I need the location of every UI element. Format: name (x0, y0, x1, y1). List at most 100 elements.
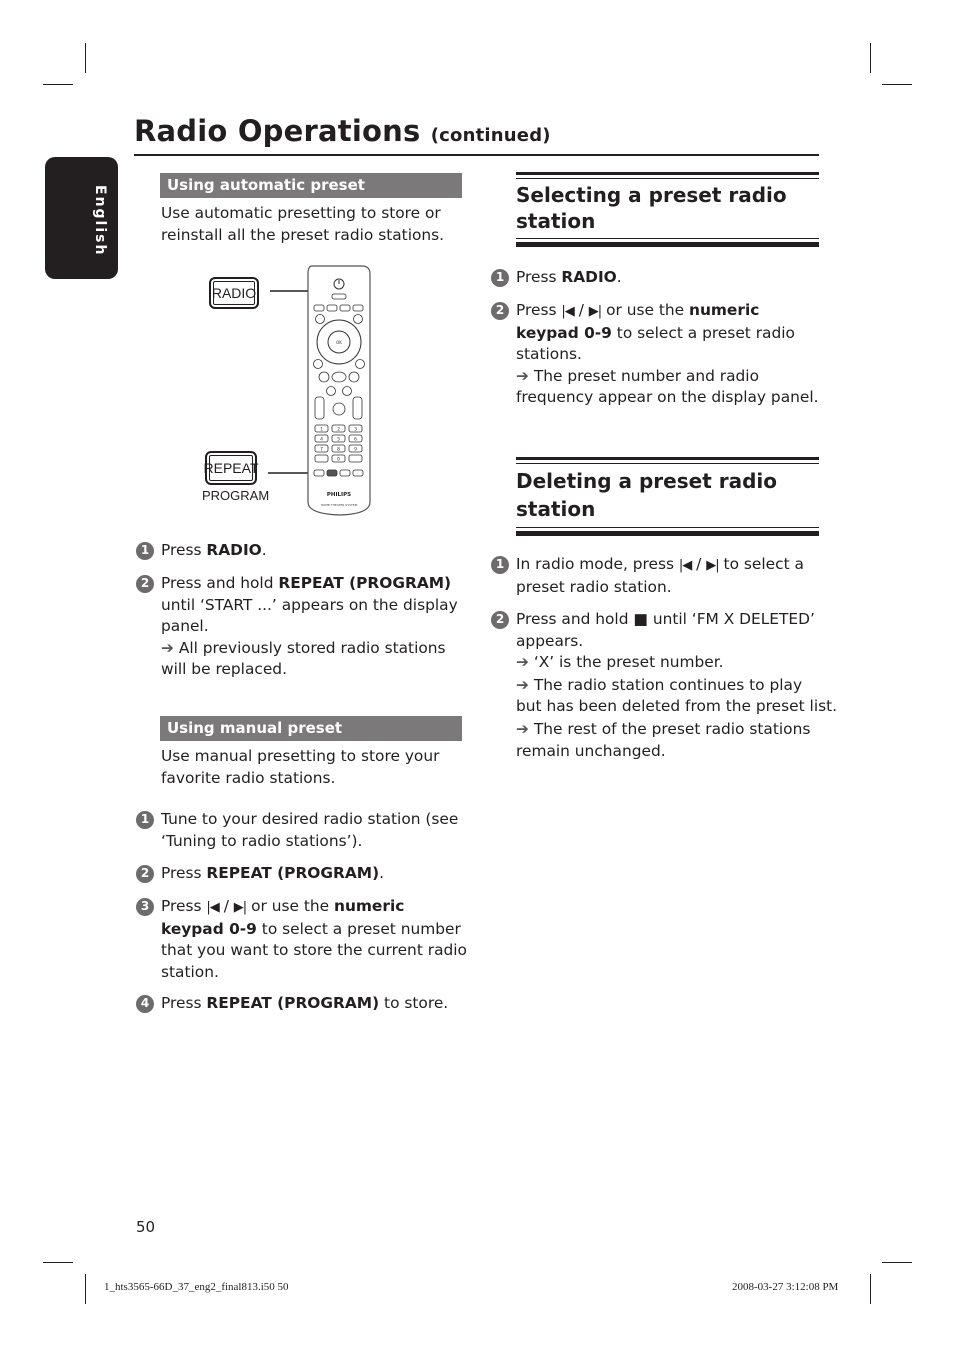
step-text: Press (161, 541, 207, 559)
remote-brand: PHILIPS (327, 492, 351, 498)
previous-icon: |◀ (206, 900, 219, 915)
key-name: RADIO (561, 268, 617, 286)
sound-rocker (352, 396, 363, 420)
keypad-key-label: 0 (337, 457, 340, 463)
key-name: keypad 0-9 (516, 323, 612, 342)
previous-icon: |◀ (678, 558, 692, 573)
auto-preset-intro: Use automatic presetting to store or rei… (161, 203, 444, 247)
next-icon: ▶| (233, 900, 247, 915)
step-text: until ‘START ...’ appears on the display (161, 595, 458, 614)
heading-line: Selecting a preset radio (516, 183, 787, 207)
language-label: English (92, 185, 108, 257)
step-number-badge: 1 (136, 811, 154, 829)
eject-button (331, 293, 347, 300)
step-number-badge: 2 (136, 575, 154, 593)
crop-mark (870, 1274, 871, 1304)
step-text: . (261, 541, 267, 559)
keypad-key-label: 3 (354, 427, 357, 433)
remote-control-drawing: OK 1 2 3 4 5 6 7 8 9 0 PHILIPS HOME THEATER SYSTE… (268, 265, 371, 516)
arrow-icon: ➔ (516, 675, 529, 694)
intro-line: favorite radio stations. (161, 768, 336, 787)
key-name: REPEAT (PROGRAM) (278, 574, 452, 592)
key-name: keypad 0-9 (161, 919, 257, 938)
manual-step-2: 2 Press REPEAT (PROGRAM). (136, 863, 385, 885)
page-title-text: Radio Operations (134, 114, 421, 148)
result-note: All previously stored radio stations (178, 638, 446, 657)
step-number-badge: 2 (491, 611, 509, 629)
result-note: The preset number and radio (533, 366, 759, 385)
step-text: stations. (516, 345, 582, 364)
manual-step-3: 3 Press |◀ / ▶| or use the numeric keypa… (136, 896, 467, 983)
arrow-icon: ➔ (516, 719, 529, 738)
step-number-badge: 1 (491, 269, 509, 287)
select-step-2: 2 Press |◀ / ▶| or use the numeric keypa… (491, 300, 819, 409)
arrow-icon: ➔ (516, 366, 529, 385)
keypad-key-label: 9 (354, 447, 357, 453)
section-heading-deleting: Deleting a preset radio station (516, 457, 819, 536)
keypad-key-label: 8 (337, 447, 340, 453)
key-name: numeric (333, 897, 405, 915)
crop-mark (85, 1274, 86, 1304)
section-heading-auto-preset: Using automatic preset (160, 173, 462, 198)
key-name: numeric (688, 301, 760, 319)
previous-icon: |◀ (561, 304, 574, 319)
keypad-key-label: 7 (320, 447, 323, 453)
intro-line: Use manual presetting to store your (161, 747, 440, 765)
step-number-badge: 1 (136, 542, 154, 560)
step-text: In radio mode, press (516, 555, 679, 573)
step-text: to select a (718, 555, 804, 573)
result-note: will be replaced. (161, 660, 287, 679)
step-text: Press (516, 301, 562, 319)
step-text: or use the (246, 897, 334, 915)
crop-mark (43, 1262, 73, 1263)
step-text: Press and hold (516, 610, 634, 628)
step-number-badge: 4 (136, 995, 154, 1013)
section-heading-selecting: Selecting a preset radio station (516, 172, 819, 247)
step-text: Press (161, 864, 207, 882)
arrow-icon: ➔ (161, 638, 174, 657)
result-note: The rest of the preset radio stations (533, 719, 811, 738)
remote-body (307, 265, 371, 516)
heading-line: station (516, 209, 596, 233)
keypad-key-label: 5 (337, 437, 340, 443)
keypad-key (314, 454, 329, 463)
manual-preset-intro: Use manual presetting to store your favo… (161, 746, 439, 790)
step-text: ‘Tuning to radio stations’). (161, 831, 363, 850)
print-file-name: 1_hts3565-66D_37_eng2_final813.i50 50 (104, 1281, 289, 1293)
manual-step-1: 1 Tune to your desired radio station (se… (136, 809, 458, 852)
remote-caption: HOME THEATER SYSTEM (321, 503, 358, 507)
next-button (348, 371, 360, 383)
step-text: Press and hold (161, 574, 279, 592)
title-rule (134, 154, 819, 156)
heading-line: Deleting a preset radio (516, 469, 777, 493)
source-button (313, 304, 325, 312)
section-heading-manual-preset: Using manual preset (160, 716, 462, 741)
heading-line: station (516, 497, 596, 521)
crop-mark (882, 1262, 912, 1263)
step-number-badge: 3 (136, 898, 154, 916)
step-text: station. (161, 962, 219, 981)
svg-text:OK: OK (336, 340, 342, 345)
result-note: The radio station continues to play (533, 675, 803, 694)
source-button (352, 304, 364, 312)
result-note: frequency appear on the display panel. (516, 388, 819, 407)
step-text: . (616, 268, 622, 286)
keypad-key-label: 4 (320, 437, 323, 443)
arrow-icon: ➔ (516, 653, 529, 672)
repeat-program-button (313, 469, 325, 477)
key-name: RADIO (206, 541, 262, 559)
step-text: that you want to store the current radio (161, 941, 467, 960)
step-text: to select a preset number (256, 919, 461, 938)
result-note: remain unchanged. (516, 741, 666, 760)
step-number-badge: 1 (491, 556, 509, 574)
step-text: . (379, 864, 385, 882)
next-icon: ▶| (588, 304, 602, 319)
step-text: appears. (516, 631, 584, 650)
crop-mark (870, 43, 871, 73)
step-text: panel. (161, 617, 209, 636)
page-title-suffix: (continued) (430, 125, 551, 146)
crop-mark (43, 84, 73, 85)
step-number-badge: 2 (491, 302, 509, 320)
intro-line: Use automatic presetting to store or (161, 204, 441, 222)
step-text: or use the (601, 301, 689, 319)
